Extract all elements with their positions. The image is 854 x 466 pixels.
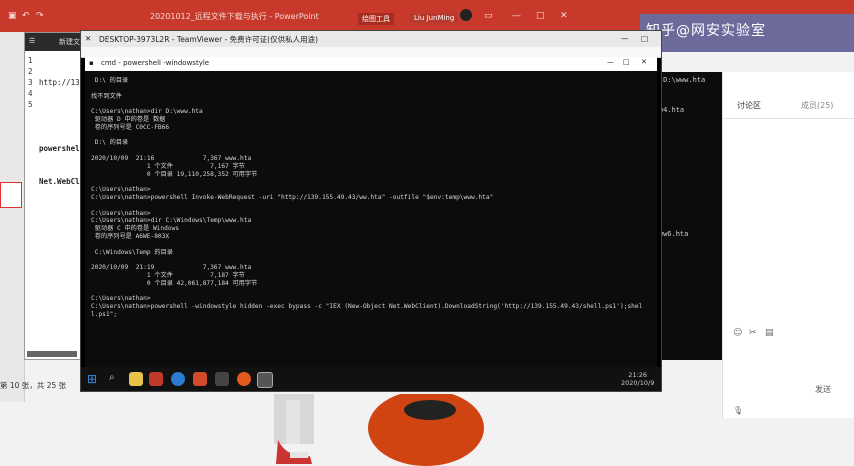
- clock-time: 21:26: [628, 371, 648, 379]
- cmd-taskbar-icon[interactable]: [257, 372, 273, 388]
- console-line: 卷的序列号是 A6WE-803X: [91, 232, 170, 240]
- console-line: D:\ 的目录: [91, 139, 129, 147]
- console-line: 找不到文件: [91, 92, 122, 100]
- clock-date: 2020/10/9: [621, 379, 655, 387]
- line-number: 4: [28, 89, 33, 98]
- console-line: 0 个目录 19,110,258,352 可用字节: [91, 170, 258, 178]
- mic-icon[interactable]: 🎙: [733, 406, 743, 415]
- console-line: 卷的序列号是 C0CC-FB66: [91, 123, 170, 131]
- minimize-icon[interactable]: —: [607, 58, 614, 66]
- close-icon[interactable]: ✕: [560, 11, 568, 21]
- console-title: cmd - powershell -windowstyle: [101, 59, 210, 67]
- tab-members[interactable]: 成员(25): [801, 100, 833, 111]
- close-icon[interactable]: ✕: [85, 34, 91, 43]
- background-photo: [200, 394, 520, 466]
- line-number: 1: [28, 56, 33, 65]
- teamviewer-title-bar: ✕ DESKTOP-3973L2R - TeamViewer - 免费许可证(仅…: [81, 31, 661, 47]
- console-line: C:\Users\nathan>: [91, 295, 151, 303]
- console-line: l.ps1";: [91, 310, 118, 318]
- remote-console-window: ▪ cmd - powershell -windowstyle — □ ✕ D:…: [85, 57, 657, 377]
- notepad-title: 新建文: [59, 38, 80, 46]
- line-number: 2: [28, 67, 33, 76]
- teamviewer-window: ✕ DESKTOP-3973L2R - TeamViewer - 免费许可证(仅…: [80, 30, 662, 392]
- console-line: C:\Users\nathan>powershell -windowstyle …: [91, 303, 643, 311]
- app-icon[interactable]: [215, 372, 229, 386]
- maximize-icon[interactable]: □: [623, 58, 630, 66]
- maximize-icon[interactable]: □: [536, 11, 545, 21]
- minimize-icon[interactable]: —: [512, 11, 521, 21]
- avatar[interactable]: [460, 9, 472, 21]
- office-icon[interactable]: [193, 372, 207, 386]
- teamviewer-title: DESKTOP-3973L2R - TeamViewer - 免费许可证(仅供私…: [99, 35, 319, 44]
- console-line: 驱动器 D 中的卷是 数据: [91, 115, 166, 123]
- console-line: C:\Windows\Temp 的目录: [91, 248, 173, 256]
- ribbon-options-icon[interactable]: ▭: [484, 11, 493, 21]
- explorer-icon[interactable]: [129, 372, 143, 386]
- save-icon[interactable]: ▣: [8, 11, 17, 21]
- undo-icon[interactable]: ↶: [22, 11, 30, 21]
- chat-panel: 讨论区 成员(25) ☺ ✂ ▤ 发送 🎙: [722, 72, 854, 418]
- console-output[interactable]: D:\ 的目录 找不到文件 C:\Users\nathan>dir D:\www…: [91, 77, 642, 319]
- redo-icon[interactable]: ↷: [36, 11, 44, 21]
- system-clock: 21:26 2020/10/9: [621, 371, 654, 387]
- console-line: D:\ 的目录: [91, 77, 129, 84]
- console-line: 1 个文件 7,187 字节: [91, 271, 245, 279]
- line-number: 5: [28, 100, 33, 109]
- console-line: C:\Users\nathan>: [91, 209, 151, 217]
- console-line: C:\Users\nathan>dir C:\Windows\Temp\www.…: [91, 217, 252, 225]
- selected-slide-thumbnail[interactable]: [0, 182, 22, 208]
- console-line: 驱动器 C 中的卷是 Windows: [91, 225, 180, 233]
- console-line: 2020/10/09 21:19 7,367 www.hta: [91, 264, 252, 272]
- slide-status-bar: 第 10 张，共 25 张: [0, 381, 67, 390]
- minimize-icon[interactable]: —: [621, 34, 629, 43]
- send-button[interactable]: 发送: [815, 384, 831, 395]
- console-line: C:\Users\nathan>dir D:\www.hta: [91, 108, 203, 116]
- console-title-bar: ▪ cmd - powershell -windowstyle — □ ✕: [85, 57, 657, 71]
- console-line: C:\Users\nathan>: [91, 186, 151, 194]
- search-icon[interactable]: ⌕: [109, 372, 123, 386]
- maximize-icon[interactable]: □: [641, 34, 648, 43]
- line-numbers: 1 2 3 4 5: [28, 55, 33, 110]
- chrome-icon[interactable]: [237, 372, 251, 386]
- folder-icon[interactable]: ▤: [765, 328, 774, 338]
- console-line: 2020/10/09 21:16 7,367 www.hta: [91, 154, 252, 162]
- menu-icon[interactable]: ☰: [29, 37, 35, 45]
- user-name[interactable]: Liu JunMing: [410, 13, 459, 23]
- outer-window-title: 20201012_远程文件下载与执行 - PowerPoint: [150, 12, 319, 21]
- console-line: C:\Users\nathan>powershell Invoke-WebReq…: [91, 193, 494, 201]
- console-line: 1 个文件 7,167 字节: [91, 162, 245, 170]
- notepad-status: [27, 351, 77, 357]
- windows-start-icon[interactable]: ⊞: [87, 372, 101, 386]
- emoji-icon[interactable]: ☺: [733, 328, 742, 338]
- cmd-icon: ▪: [89, 59, 94, 67]
- app-icon[interactable]: [149, 372, 163, 386]
- slide-thumbnail-pane: [0, 32, 25, 402]
- context-tab[interactable]: 绘图工具: [358, 13, 394, 25]
- close-icon[interactable]: ✕: [641, 58, 647, 66]
- console-line: 0 个目录 42,061,877,184 可用字节: [91, 279, 258, 287]
- scissors-icon[interactable]: ✂: [749, 328, 757, 338]
- tab-divider: [723, 118, 854, 119]
- tab-discussion[interactable]: 讨论区: [737, 100, 761, 111]
- line-number: 3: [28, 78, 33, 87]
- edge-icon[interactable]: [171, 372, 185, 386]
- remote-taskbar: ⊞ ⌕ 21:26 2020/10/9: [81, 367, 661, 391]
- watermark-text: 知乎@网安实验室: [646, 23, 766, 39]
